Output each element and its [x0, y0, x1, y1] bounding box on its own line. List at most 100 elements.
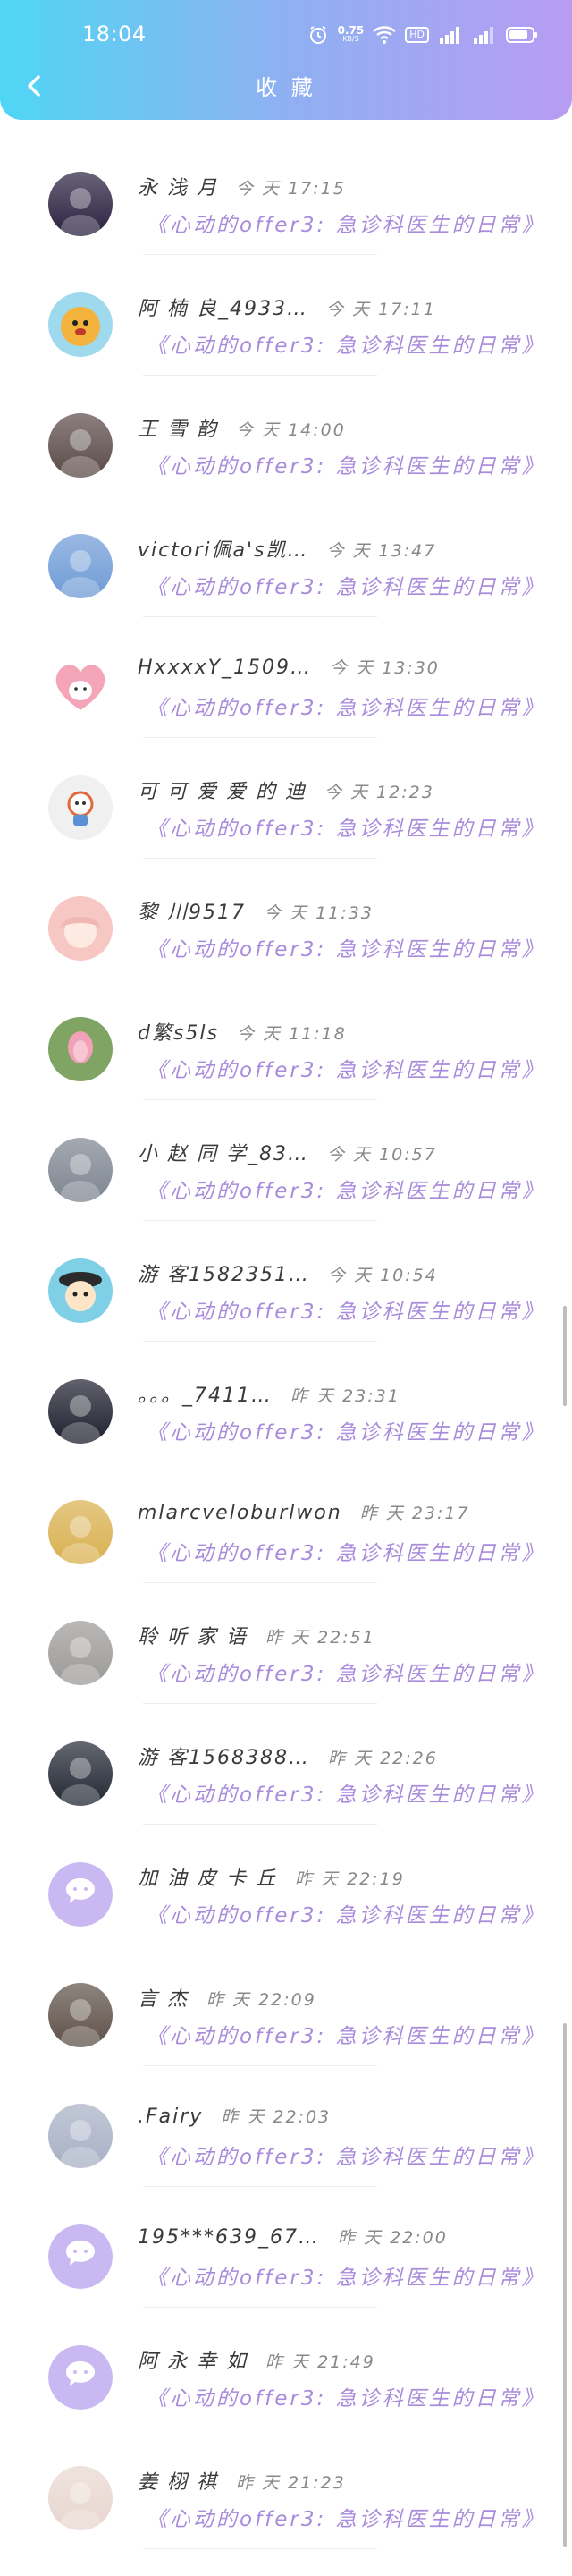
list-item[interactable]: 小 赵 同 学_83… 今 天 10:57 《心动的offer3: 急诊科医生的日常… [0, 1127, 572, 1248]
user-name[interactable]: mlarcveloburlwon [138, 1502, 342, 1524]
user-name[interactable]: 言 杰 [138, 1983, 189, 2012]
timestamp: 昨 天 21:49 [265, 2352, 375, 2372]
user-name[interactable]: 195***639_67… [138, 2226, 320, 2249]
article-link[interactable]: 《心动的offer3: 急诊科医生的日常》 [147, 328, 545, 359]
list-item[interactable]: 可 可 爱 爱 的 迪今 天 12:23 《心动的offer3: 急诊科医生的日常… [0, 765, 572, 886]
user-name[interactable]: 游 客1568388… [138, 1741, 310, 1770]
article-link[interactable]: 《心动的offer3: 急诊科医生的日常》 [147, 932, 545, 962]
timestamp: 今 天 11:18 [237, 1024, 347, 1044]
user-name[interactable]: 游 客1582351… [138, 1258, 310, 1287]
article-link[interactable]: 《心动的offer3: 急诊科医生的日常》 [147, 1777, 545, 1808]
avatar[interactable] [48, 1741, 113, 1806]
name-line: mlarcveloburlwon 昨 天 23:17 [138, 1500, 470, 1524]
name-line: 言 杰昨 天 22:09 [138, 1983, 316, 2012]
list-item[interactable]: 永 浅 月今 天 17:15 《心动的offer3: 急诊科医生的日常》 [0, 161, 572, 282]
name-line: 阿 永 幸 如昨 天 21:49 [138, 2345, 375, 2374]
list-item[interactable]: 黎 川9517 今 天 11:33 《心动的offer3: 急诊科医生的日常》 [0, 886, 572, 1006]
article-link[interactable]: 《心动的offer3: 急诊科医生的日常》 [147, 2019, 545, 2049]
article-link[interactable]: 《心动的offer3: 急诊科医生的日常》 [147, 1053, 545, 1083]
list-item[interactable]: mlarcveloburlwon 昨 天 23:17 《心动的offer3: 急诊科… [0, 1489, 572, 1610]
user-name[interactable]: d繁s5ls [138, 1017, 219, 1046]
avatar[interactable] [48, 1621, 113, 1685]
avatar[interactable] [48, 1017, 113, 1081]
article-link[interactable]: 《心动的offer3: 急诊科医生的日常》 [147, 208, 545, 238]
user-name[interactable]: 加 油 皮 卡 丘 [138, 1862, 277, 1891]
user-name[interactable]: 聆 听 家 语 [138, 1621, 248, 1649]
list-item[interactable]: 言 杰昨 天 22:09 《心动的offer3: 急诊科医生的日常》 [0, 1972, 572, 2093]
article-link[interactable]: 《心动的offer3: 急诊科医生的日常》 [147, 1174, 545, 1204]
article-link[interactable]: 《心动的offer3: 急诊科医生的日常》 [147, 1536, 545, 1566]
list-item[interactable]: 195***639_67… 昨 天 22:00 《心动的offer3: 急诊科医生的… [0, 2214, 572, 2334]
timestamp: 今 天 12:23 [324, 783, 434, 802]
list-item[interactable]: 。。。_7411… 昨 天 23:31 《心动的offer3: 急诊科医生的日常》 [0, 1368, 572, 1489]
article-link[interactable]: 《心动的offer3: 急诊科医生的日常》 [147, 811, 545, 842]
user-name[interactable]: .Fairy [138, 2106, 203, 2128]
avatar[interactable] [48, 2345, 113, 2410]
article-link[interactable]: 《心动的offer3: 急诊科医生的日常》 [147, 1898, 545, 1928]
article-link[interactable]: 《心动的offer3: 急诊科医生的日常》 [147, 2381, 545, 2411]
avatar[interactable] [48, 1138, 113, 1202]
article-link[interactable]: 《心动的offer3: 急诊科医生的日常》 [147, 2140, 545, 2170]
avatar[interactable] [48, 655, 113, 719]
list-item[interactable]: victori佩a's凯… 今 天 13:47 《心动的offer3: 急诊科医生的… [0, 523, 572, 644]
list-item[interactable]: 阿 永 幸 如昨 天 21:49 《心动的offer3: 急诊科医生的日常》 [0, 2334, 572, 2455]
list-item[interactable]: 姜 栩 祺昨 天 21:23 《心动的offer3: 急诊科医生的日常》 [0, 2455, 572, 2576]
scrollbar-lower[interactable] [563, 2023, 567, 2547]
timestamp: 今 天 11:33 [263, 903, 374, 923]
name-line: 黎 川9517 今 天 11:33 [138, 896, 374, 925]
avatar[interactable] [48, 775, 113, 840]
avatar[interactable] [48, 1258, 113, 1323]
list-item[interactable]: 游 客1582351… 今 天 10:54 《心动的offer3: 急诊科医生的日常… [0, 1248, 572, 1368]
avatar[interactable] [48, 896, 113, 961]
avatar[interactable] [48, 1983, 113, 2047]
avatar[interactable] [48, 534, 113, 598]
article-link[interactable]: 《心动的offer3: 急诊科医生的日常》 [147, 2502, 545, 2532]
user-name[interactable]: 永 浅 月 [138, 172, 218, 200]
user-name[interactable]: HxxxxY_1509… [138, 657, 312, 679]
divider [143, 737, 377, 738]
list-item[interactable]: 王 雪 韵今 天 14:00 《心动的offer3: 急诊科医生的日常》 [0, 402, 572, 523]
avatar[interactable] [48, 172, 113, 236]
user-name[interactable]: 黎 川9517 [138, 896, 246, 925]
timestamp: 昨 天 22:19 [294, 1869, 405, 1889]
list-item[interactable]: 游 客1568388… 昨 天 22:26 《心动的offer3: 急诊科医生的日常… [0, 1731, 572, 1852]
article-link[interactable]: 《心动的offer3: 急诊科医生的日常》 [147, 1657, 545, 1687]
avatar[interactable] [48, 413, 113, 478]
user-name[interactable]: 王 雪 韵 [138, 413, 218, 442]
list-item[interactable]: 聆 听 家 语昨 天 22:51 《心动的offer3: 急诊科医生的日常》 [0, 1610, 572, 1731]
list-item[interactable]: HxxxxY_1509… 今 天 13:30 《心动的offer3: 急诊科医生的日… [0, 644, 572, 765]
scrollbar[interactable] [563, 1306, 567, 1406]
name-line: HxxxxY_1509… 今 天 13:30 [138, 655, 440, 679]
signal-icon [438, 25, 463, 45]
user-name[interactable]: 可 可 爱 爱 的 迪 [138, 775, 307, 804]
name-line: 王 雪 韵今 天 14:00 [138, 413, 346, 442]
net-speed-unit: KB/S [342, 35, 359, 43]
avatar[interactable] [48, 292, 113, 357]
article-link[interactable]: 《心动的offer3: 急诊科医生的日常》 [147, 570, 545, 600]
avatar[interactable] [48, 1500, 113, 1564]
user-name[interactable]: 阿 楠 良_4933… [138, 292, 308, 321]
user-name[interactable]: 阿 永 幸 如 [138, 2345, 248, 2374]
name-line: .Fairy 昨 天 22:03 [138, 2104, 331, 2128]
name-line: 姜 栩 祺昨 天 21:23 [138, 2466, 346, 2495]
list-item[interactable]: d繁s5ls 今 天 11:18 《心动的offer3: 急诊科医生的日常》 [0, 1006, 572, 1127]
avatar[interactable] [48, 1862, 113, 1927]
list-item[interactable]: .Fairy 昨 天 22:03 《心动的offer3: 急诊科医生的日常》 [0, 2093, 572, 2214]
list-item[interactable]: 加 油 皮 卡 丘昨 天 22:19 《心动的offer3: 急诊科医生的日常》 [0, 1852, 572, 1972]
article-link[interactable]: 《心动的offer3: 急诊科医生的日常》 [147, 449, 545, 479]
user-name[interactable]: victori佩a's凯… [138, 534, 308, 563]
list-item[interactable]: 阿 楠 良_4933… 今 天 17:11 《心动的offer3: 急诊科医生的日常… [0, 282, 572, 402]
avatar[interactable] [48, 2104, 113, 2168]
avatar[interactable] [48, 1379, 113, 1444]
user-name[interactable]: 。。。_7411… [138, 1379, 273, 1408]
article-link[interactable]: 《心动的offer3: 急诊科医生的日常》 [147, 2260, 545, 2291]
avatar[interactable] [48, 2224, 113, 2289]
user-name[interactable]: 小 赵 同 学_83… [138, 1138, 309, 1166]
article-link[interactable]: 《心动的offer3: 急诊科医生的日常》 [147, 1294, 545, 1325]
name-line: 195***639_67… 昨 天 22:00 [138, 2224, 448, 2249]
timestamp: 昨 天 22:26 [327, 1749, 438, 1768]
avatar[interactable] [48, 2466, 113, 2530]
user-name[interactable]: 姜 栩 祺 [138, 2466, 218, 2495]
article-link[interactable]: 《心动的offer3: 急诊科医生的日常》 [147, 1415, 545, 1445]
article-link[interactable]: 《心动的offer3: 急诊科医生的日常》 [147, 691, 545, 721]
